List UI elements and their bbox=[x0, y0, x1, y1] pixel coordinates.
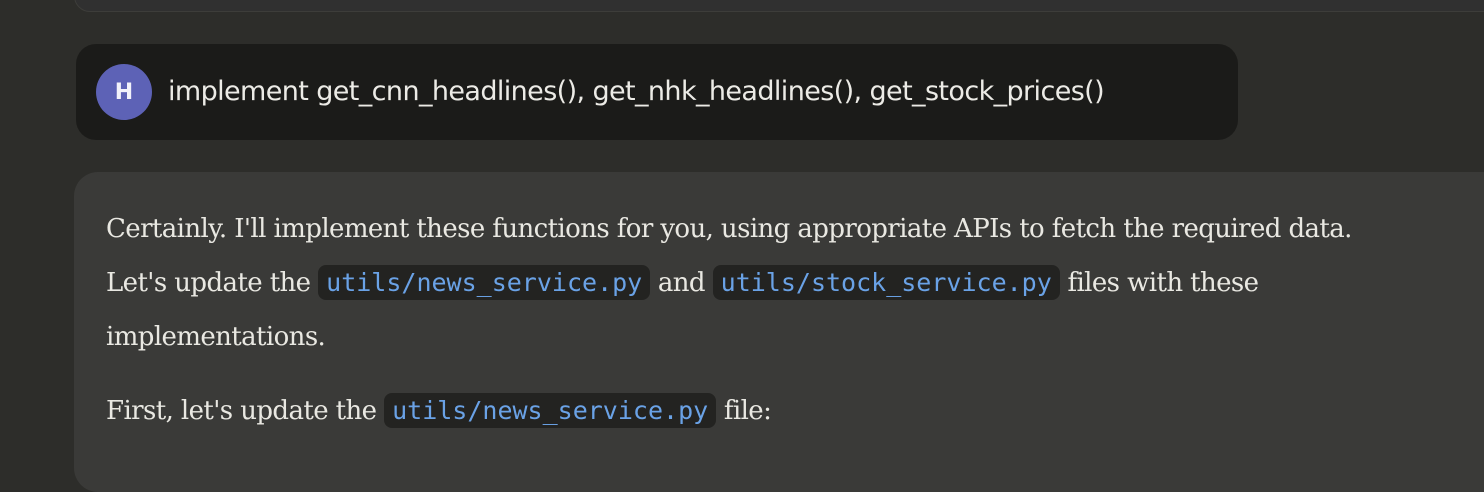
previous-message-card bbox=[74, 0, 1484, 12]
inline-code-news-service: utils/news_service.py bbox=[384, 393, 717, 428]
assistant-message: Certainly. I'll implement these function… bbox=[74, 172, 1484, 492]
paragraph-text: and bbox=[650, 268, 713, 298]
assistant-paragraph: Certainly. I'll implement these function… bbox=[106, 202, 1356, 364]
user-avatar[interactable]: H bbox=[96, 64, 152, 120]
user-message-text: implement get_cnn_headlines(), get_nhk_h… bbox=[168, 76, 1105, 107]
inline-code-news-service: utils/news_service.py bbox=[318, 265, 651, 300]
paragraph-text: First, let's update the bbox=[106, 396, 385, 426]
paragraph-text: file: bbox=[716, 396, 772, 426]
assistant-message-body: Certainly. I'll implement these function… bbox=[106, 202, 1356, 438]
user-message: H implement get_cnn_headlines(), get_nhk… bbox=[76, 44, 1238, 140]
inline-code-stock-service: utils/stock_service.py bbox=[712, 265, 1060, 300]
assistant-paragraph: First, let's update the utils/news_servi… bbox=[106, 384, 1356, 438]
